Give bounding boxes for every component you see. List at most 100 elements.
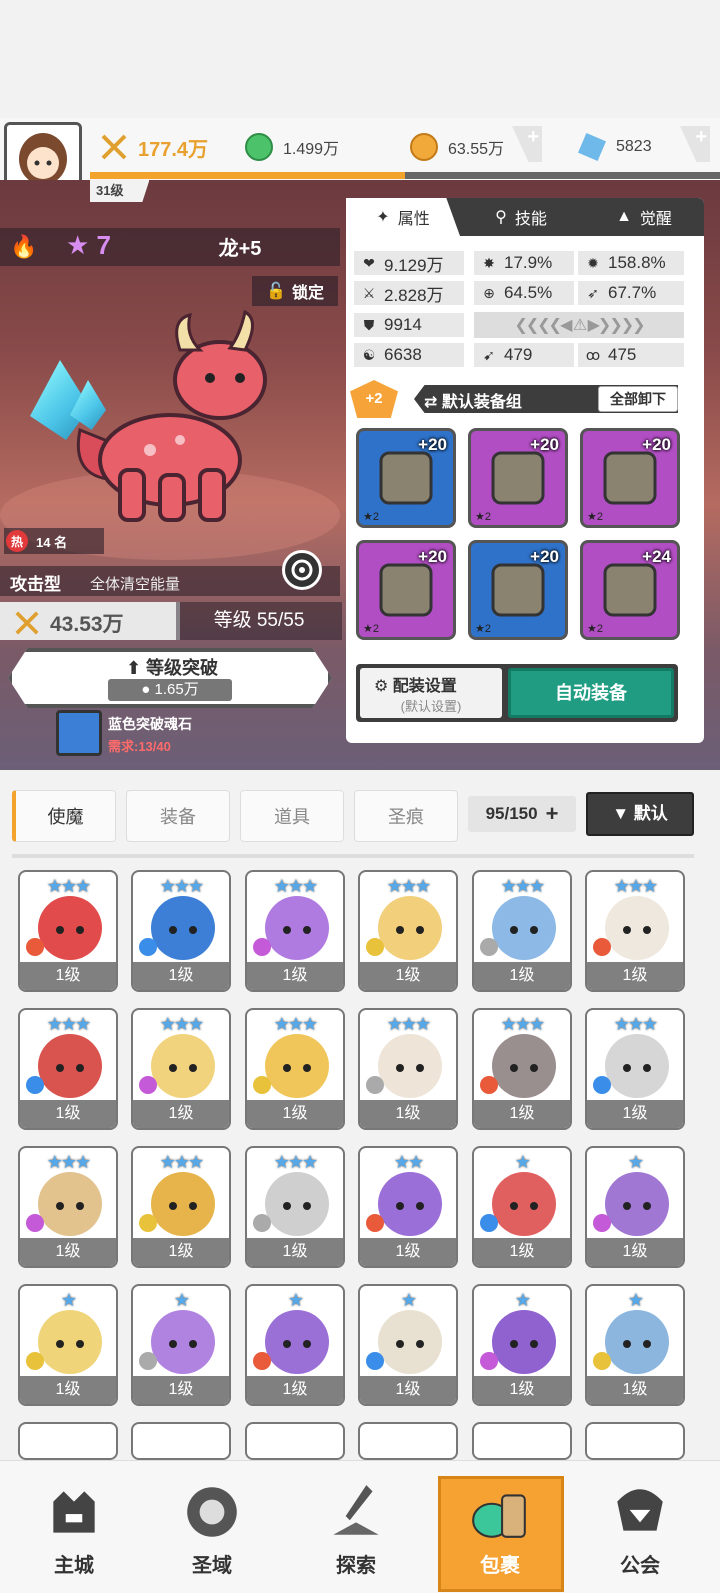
- familiar-portrait: [265, 1172, 329, 1236]
- familiar-card[interactable]: ★★★ 1级: [131, 870, 231, 992]
- familiar-portrait: [605, 896, 669, 960]
- rotate-view-button[interactable]: [282, 550, 322, 590]
- familiar-card[interactable]: ★★★ 1级: [245, 870, 345, 992]
- equip-stars: ★2: [475, 511, 491, 523]
- familiar-stars: ★★★: [159, 1152, 204, 1172]
- equip-level: +20: [418, 547, 447, 566]
- stat-6: ⛊ 9914: [354, 313, 464, 337]
- familiar-card-partial[interactable]: [585, 1422, 685, 1460]
- familiar-card-partial[interactable]: [358, 1422, 458, 1460]
- equip-slot-helmet[interactable]: +20 ★2: [468, 428, 568, 528]
- familiar-card[interactable]: ★ 1级: [18, 1284, 118, 1406]
- familiar-card[interactable]: ★★★ 1级: [18, 1008, 118, 1130]
- familiar-stars: ★: [627, 1290, 644, 1310]
- familiar-level: 1级: [360, 962, 456, 990]
- familiar-stars: ★: [514, 1152, 531, 1172]
- tab-attributes[interactable]: ✦ 属性: [346, 198, 460, 236]
- equip-level: +20: [530, 435, 559, 454]
- equip-slot-necklace[interactable]: +20 ★2: [468, 540, 568, 640]
- familiar-card[interactable]: ★★★ 1级: [18, 870, 118, 992]
- swirl-icon: ☯: [362, 346, 376, 363]
- tab-stigmata[interactable]: 圣痕: [354, 790, 458, 842]
- familiar-card[interactable]: ★ 1级: [131, 1284, 231, 1406]
- unequip-all-button[interactable]: 全部卸下: [598, 386, 678, 412]
- familiar-card[interactable]: ★ 1级: [472, 1284, 572, 1406]
- equip-slot-boots[interactable]: +24 ★2: [580, 540, 680, 640]
- familiar-stars: ★★★: [46, 1152, 91, 1172]
- familiar-card[interactable]: ★ 1级: [585, 1284, 685, 1406]
- familiar-portrait: [265, 896, 329, 960]
- tab-equipment[interactable]: 装备: [126, 790, 230, 842]
- familiar-card-partial[interactable]: [131, 1422, 231, 1460]
- gold-value: 63.55万: [448, 141, 505, 158]
- familiar-portrait: [492, 1310, 556, 1374]
- config-label: ⚙ 配装设置: [374, 678, 457, 695]
- capacity-display[interactable]: 95/150 +: [468, 796, 576, 832]
- familiar-card[interactable]: ★★★ 1级: [245, 1008, 345, 1130]
- familiar-card[interactable]: ★★★ 1级: [131, 1008, 231, 1130]
- nav-main-city[interactable]: 主城: [14, 1470, 134, 1590]
- rank-text: 14 名: [36, 534, 68, 550]
- stat-5: ➶ 67.7%: [578, 281, 684, 305]
- element-icon: [366, 1076, 384, 1094]
- familiar-card[interactable]: ★★★ 1级: [131, 1146, 231, 1268]
- familiar-card[interactable]: ★ 1级: [358, 1284, 458, 1406]
- nav-explore[interactable]: 探索: [296, 1470, 416, 1590]
- familiar-card[interactable]: ★ 1级: [472, 1146, 572, 1268]
- familiar-stars: ★★★: [613, 1014, 658, 1034]
- familiar-level: 1级: [133, 1100, 229, 1128]
- equip-slot-sword[interactable]: +20 ★2: [356, 428, 456, 528]
- familiar-card-partial[interactable]: [245, 1422, 345, 1460]
- familiar-card[interactable]: ★★★ 1级: [472, 870, 572, 992]
- equip-slot-armor[interactable]: +20 ★2: [580, 428, 680, 528]
- sort-dropdown[interactable]: ▼ 默认: [586, 792, 694, 836]
- familiar-level: 1级: [20, 962, 116, 990]
- familiar-card[interactable]: ★★★ 1级: [585, 1008, 685, 1130]
- familiar-level: 1级: [247, 1238, 343, 1266]
- nav-bag[interactable]: 包裹: [440, 1470, 560, 1590]
- equip-set-label: ⇄ 默认装备组: [424, 394, 522, 411]
- plus-icon: +: [545, 801, 559, 826]
- familiar-card-partial[interactable]: [18, 1422, 118, 1460]
- crossed-swords-icon: [100, 133, 128, 161]
- tab-awaken[interactable]: ▲ 觉醒: [586, 198, 702, 236]
- familiar-portrait: [492, 1172, 556, 1236]
- stat-value: 6638: [384, 345, 422, 364]
- tab-items[interactable]: 道具: [240, 790, 344, 842]
- familiar-card[interactable]: ★★★ 1级: [18, 1146, 118, 1268]
- equip-slot-belt[interactable]: +20 ★2: [356, 540, 456, 640]
- element-icon: [253, 938, 271, 956]
- config-subtitle: (默认设置): [400, 699, 462, 714]
- soul-stone-icon[interactable]: [56, 710, 102, 756]
- nav-guild[interactable]: 公会: [580, 1470, 700, 1590]
- vortex-icon: [187, 1487, 237, 1537]
- familiar-card-partial[interactable]: [472, 1422, 572, 1460]
- diamond-display: 5823: [578, 128, 652, 166]
- familiar-card[interactable]: ★★★ 1级: [358, 870, 458, 992]
- auto-equip-button[interactable]: 自动装备: [508, 668, 674, 718]
- popularity-rank[interactable]: 热 14 名: [4, 528, 104, 554]
- gold-display: 63.55万: [410, 128, 504, 166]
- familiar-card[interactable]: ★★★ 1级: [472, 1008, 572, 1130]
- familiar-card[interactable]: ★ 1级: [245, 1284, 345, 1406]
- familiar-stars: ★★★: [500, 1014, 545, 1034]
- familiar-stars: ★★★: [386, 1014, 431, 1034]
- familiar-card[interactable]: ★ 1级: [585, 1146, 685, 1268]
- material-requirement: 需求:13/40: [108, 739, 171, 754]
- lock-button[interactable]: 🔓 锁定: [252, 276, 338, 306]
- slime-bag-icon: [472, 1494, 526, 1538]
- stat-9: ꝏ 475: [578, 343, 684, 367]
- element-icon: [366, 1214, 384, 1232]
- familiar-card[interactable]: ★★★ 1级: [585, 870, 685, 992]
- tab-familiars[interactable]: 使魔: [12, 790, 116, 842]
- element-icon: [480, 938, 498, 956]
- familiar-card[interactable]: ★★★ 1级: [245, 1146, 345, 1268]
- green-gem-icon: [245, 133, 273, 161]
- familiar-card[interactable]: ★★★ 1级: [358, 1008, 458, 1130]
- familiar-stars: ★★★: [613, 876, 658, 896]
- tab-skills[interactable]: ⚲ 技能: [466, 198, 576, 236]
- hero-stars: ★ 7: [66, 230, 112, 260]
- nav-sanctuary[interactable]: 圣域: [152, 1470, 272, 1590]
- sword-icon: ⚔: [362, 284, 376, 301]
- familiar-card[interactable]: ★★ 1级: [358, 1146, 458, 1268]
